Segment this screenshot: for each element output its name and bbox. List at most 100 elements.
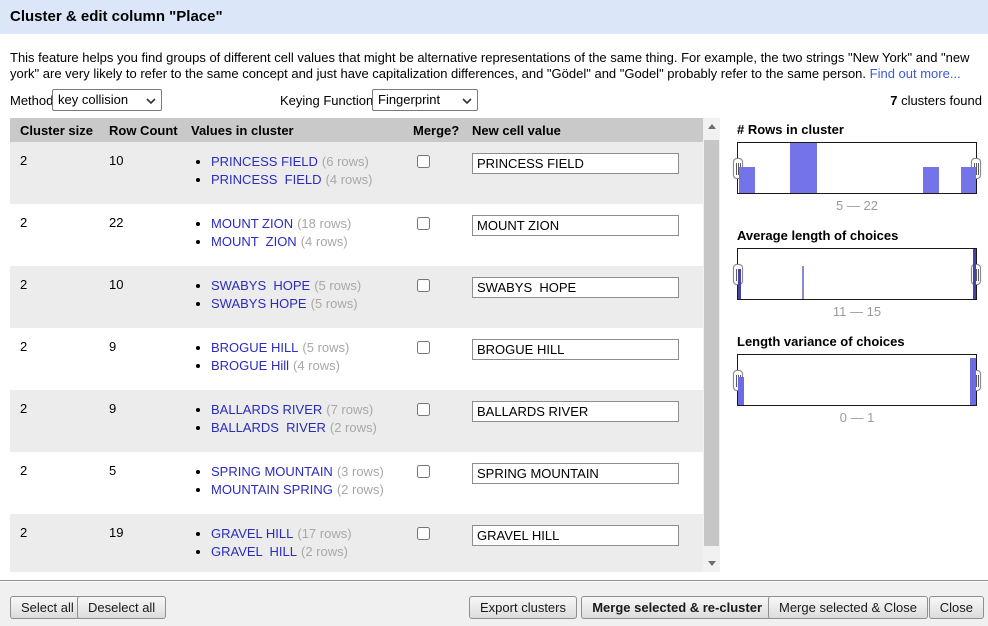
list-item: GRAVEL HILL (17 rows) [211, 526, 413, 542]
new-cell-value-input[interactable] [472, 463, 679, 484]
histogram-bar [961, 167, 976, 193]
histogram-bar [802, 266, 804, 299]
clustering-controls: Method key collision Keying Function Fin… [0, 89, 988, 113]
list-item: MOUNT ZION (4 rows) [211, 234, 413, 250]
row-count-cell: 22 [109, 204, 191, 266]
merge-checkbox[interactable] [417, 465, 430, 478]
histogram-bar [738, 269, 741, 299]
close-button[interactable]: Close [929, 596, 984, 619]
arrow-up-icon [708, 124, 716, 129]
new-value-cell [472, 452, 703, 514]
list-item: BALLARDS RIVER(2 rows) [211, 420, 413, 436]
cluster-value-link[interactable]: SWABYS HOPE [211, 296, 307, 311]
cluster-size-cell: 2 [10, 452, 109, 514]
values-cell: GRAVEL HILL(17 rows) GRAVEL HILL(2 rows) [191, 514, 413, 572]
row-count-cell: 10 [109, 266, 191, 328]
values-cell: SPRING MOUNTAIN(3 rows) MOUNTAIN SPRING (… [191, 452, 413, 514]
keying-function-label: Keying Function [280, 93, 373, 108]
scroll-up-button[interactable] [703, 118, 720, 135]
cluster-value-link[interactable]: MOUNT ZION [211, 216, 293, 231]
scrollbar-thumb[interactable] [704, 140, 719, 546]
clusters-table-container: Cluster size Row Count Values in cluster… [10, 118, 720, 572]
row-count-cell: 10 [109, 142, 191, 204]
cluster-value-link[interactable]: SWABYS HOPE [211, 278, 310, 293]
clusters-table: Cluster size Row Count Values in cluster… [10, 118, 703, 572]
new-cell-value-input[interactable] [472, 215, 679, 236]
cluster-value-link[interactable]: BALLARDS RIVER [211, 402, 322, 417]
cluster-size-cell: 2 [10, 266, 109, 328]
merge-checkbox[interactable] [417, 155, 430, 168]
new-cell-value-input[interactable] [472, 525, 679, 546]
merge-cell [413, 142, 472, 204]
histogram-bar [790, 143, 817, 193]
merge-checkbox[interactable] [417, 527, 430, 540]
new-value-cell [472, 390, 703, 452]
facet-range-label: 0 — 1 [737, 410, 977, 425]
merge-cell [413, 266, 472, 328]
new-cell-value-input[interactable] [472, 153, 679, 174]
cluster-value-link[interactable]: BALLARDS RIVER [211, 420, 326, 435]
merge-checkbox[interactable] [417, 217, 430, 230]
list-item: PRINCESS FIELD(6 rows) [211, 154, 413, 170]
list-item: MOUNT ZION (18 rows) [211, 216, 413, 232]
facet-average-length: Average length of choices 11 — 15 [737, 228, 977, 319]
new-value-cell [472, 328, 703, 390]
table-row: 2 10 SWABYS HOPE(5 rows) SWABYS HOPE(5 r… [10, 266, 703, 328]
export-clusters-button[interactable]: Export clusters [469, 596, 577, 619]
cluster-value-link[interactable]: PRINCESS FIELD [211, 154, 318, 169]
new-cell-value-input[interactable] [472, 339, 679, 360]
header-new-cell-value: New cell value [472, 118, 703, 142]
cluster-value-link[interactable]: BROGUE HILL [211, 340, 298, 355]
cluster-value-link[interactable]: MOUNTAIN SPRING [211, 482, 333, 497]
footer-divider [0, 580, 988, 581]
method-selected-value: key collision [58, 92, 128, 107]
header-merge: Merge? [413, 118, 472, 142]
find-out-more-link[interactable]: Find out more... [870, 66, 961, 81]
cluster-value-link[interactable]: GRAVEL HILL [211, 544, 297, 559]
row-count-note: (2 rows) [337, 482, 384, 497]
merge-close-button[interactable]: Merge selected & Close [768, 596, 928, 619]
values-cell: PRINCESS FIELD(6 rows) PRINCESS FIELD(4 … [191, 142, 413, 204]
values-cell: BALLARDS RIVER(7 rows) BALLARDS RIVER(2 … [191, 390, 413, 452]
new-value-cell [472, 142, 703, 204]
row-count-note: (18 rows) [297, 216, 351, 231]
arrow-down-icon [708, 561, 716, 566]
method-select[interactable]: key collision [52, 89, 162, 111]
new-cell-value-input[interactable] [472, 401, 679, 422]
row-count-note: (5 rows) [311, 296, 358, 311]
merge-cell [413, 204, 472, 266]
table-row: 2 9 BROGUE HILL(5 rows) BROGUE Hill(4 ro… [10, 328, 703, 390]
merge-checkbox[interactable] [417, 403, 430, 416]
row-count-note: (17 rows) [297, 526, 351, 541]
cluster-value-link[interactable]: GRAVEL HILL [211, 526, 293, 541]
row-count-note: (2 rows) [301, 544, 348, 559]
keying-function-select[interactable]: Fingerprint [372, 89, 478, 111]
histogram-rows-in-cluster [737, 142, 977, 194]
scroll-down-button[interactable] [703, 555, 720, 572]
cluster-value-link[interactable]: MOUNT ZION [211, 234, 297, 249]
deselect-all-button[interactable]: Deselect all [77, 596, 166, 619]
clusters-found-status: 7 clusters found [890, 93, 982, 108]
list-item: SPRING MOUNTAIN(3 rows) [211, 464, 413, 480]
merge-recluster-button[interactable]: Merge selected & re-cluster [581, 596, 773, 619]
table-row: 2 22 MOUNT ZION(18 rows) MOUNT ZION(4 ro… [10, 204, 703, 266]
vertical-scrollbar[interactable] [703, 118, 720, 572]
merge-checkbox[interactable] [417, 279, 430, 292]
table-row: 2 5 SPRING MOUNTAIN(3 rows) MOUNTAIN SPR… [10, 452, 703, 514]
cluster-edit-dialog: Cluster & edit column "Place" This featu… [0, 0, 988, 626]
new-cell-value-input[interactable] [472, 277, 679, 298]
row-count-note: (4 rows) [301, 234, 348, 249]
cluster-value-link[interactable]: PRINCESS FIELD [211, 172, 322, 187]
select-all-button[interactable]: Select all [10, 596, 85, 619]
cluster-value-link[interactable]: BROGUE Hill [211, 358, 289, 373]
merge-checkbox[interactable] [417, 341, 430, 354]
dialog-footer: Select all Deselect all Export clusters … [0, 582, 988, 626]
new-value-cell [472, 204, 703, 266]
clusters-found-text: clusters found [897, 93, 982, 108]
facet-length-variance: Length variance of choices 0 — 1 [737, 334, 977, 425]
header-cluster-size: Cluster size [10, 118, 109, 142]
histogram-bar [970, 358, 976, 405]
merge-cell [413, 514, 472, 572]
values-cell: MOUNT ZION(18 rows) MOUNT ZION(4 rows) [191, 204, 413, 266]
cluster-value-link[interactable]: SPRING MOUNTAIN [211, 464, 333, 479]
